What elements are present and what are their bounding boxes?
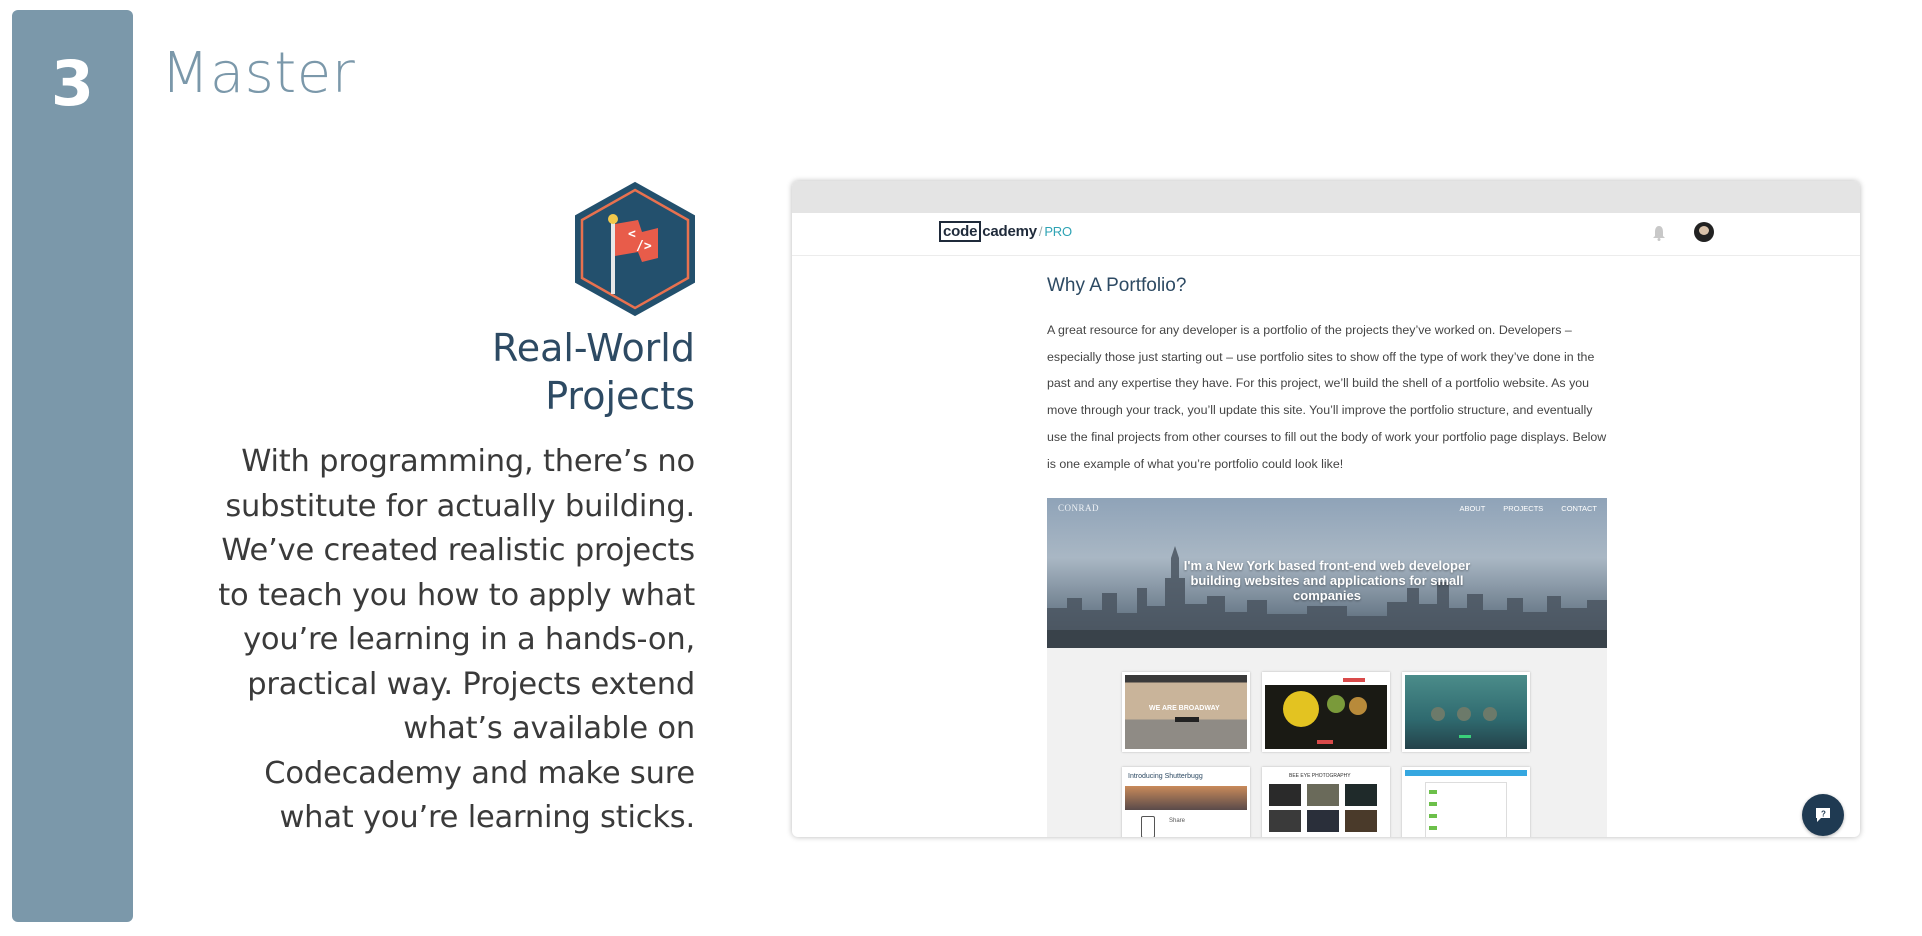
project-thumbnail: WE ARE BROADWAY xyxy=(1122,672,1250,752)
bell-icon[interactable] xyxy=(1652,225,1666,241)
project-thumbnail: Introducing Shutterbugg Share xyxy=(1122,767,1250,837)
chat-button[interactable]: ? xyxy=(1802,794,1844,836)
flag-code-icon: < /> xyxy=(575,181,695,317)
preview-hero: CONRAD ABOUT PROJECTS CONTACT I'm a New … xyxy=(1047,498,1607,648)
preview-nav-contact: CONTACT xyxy=(1561,504,1597,513)
product-screenshot: code cademy / PRO Why A Portfolio? A great … xyxy=(792,181,1860,837)
codecademy-logo[interactable]: code cademy / PRO xyxy=(939,221,1072,242)
thumb-share-label: Share xyxy=(1169,818,1186,824)
feature-title: Real-World Projects xyxy=(435,324,695,420)
article-body: A great resource for any developer is a … xyxy=(1047,323,1607,471)
svg-text:?: ? xyxy=(1821,810,1826,819)
chat-icon: ? xyxy=(1816,808,1830,822)
logo-slash: / xyxy=(1038,224,1043,239)
article-title: Why A Portfolio? xyxy=(1047,275,1187,296)
step-number: 3 xyxy=(50,47,95,120)
svg-text:<: < xyxy=(628,227,636,242)
portfolio-preview-image: CONRAD ABOUT PROJECTS CONTACT I'm a New … xyxy=(1047,498,1607,837)
site-nav: code cademy / PRO xyxy=(792,213,1860,256)
preview-nav-about: ABOUT xyxy=(1459,504,1486,513)
step-indicator: 3 xyxy=(12,10,133,922)
logo-pro: PRO xyxy=(1044,224,1072,239)
feature-title-line2: Projects xyxy=(545,374,695,418)
project-thumbnail xyxy=(1262,672,1390,752)
project-thumbnail: BEE EYE PHOTOGRAPHY xyxy=(1262,767,1390,837)
preview-nav: CONRAD ABOUT PROJECTS CONTACT xyxy=(1047,498,1607,520)
preview-brand: CONRAD xyxy=(1058,503,1100,513)
logo-boxed-text: code xyxy=(939,221,982,242)
browser-chrome xyxy=(792,181,1860,213)
preview-nav-links: ABOUT PROJECTS CONTACT xyxy=(1459,504,1597,513)
preview-hero-text: I'm a New York based front-end web devel… xyxy=(1183,558,1471,603)
thumb-shutterbugg-label: Introducing Shutterbugg xyxy=(1128,773,1203,780)
section-title: Master xyxy=(161,41,356,106)
feature-description: With programming, there’s no substitute … xyxy=(218,444,695,835)
thumb-photography-label: BEE EYE PHOTOGRAPHY xyxy=(1289,773,1351,779)
svg-text:/>: /> xyxy=(636,239,652,254)
avatar[interactable] xyxy=(1694,222,1714,242)
logo-text: cademy xyxy=(982,223,1037,240)
project-thumbnail xyxy=(1402,672,1530,752)
preview-nav-projects: PROJECTS xyxy=(1503,504,1544,513)
project-thumbnail xyxy=(1402,767,1530,837)
feature-title-line1: Real-World xyxy=(492,326,695,370)
thumb-broadway-label: WE ARE BROADWAY xyxy=(1149,705,1220,712)
